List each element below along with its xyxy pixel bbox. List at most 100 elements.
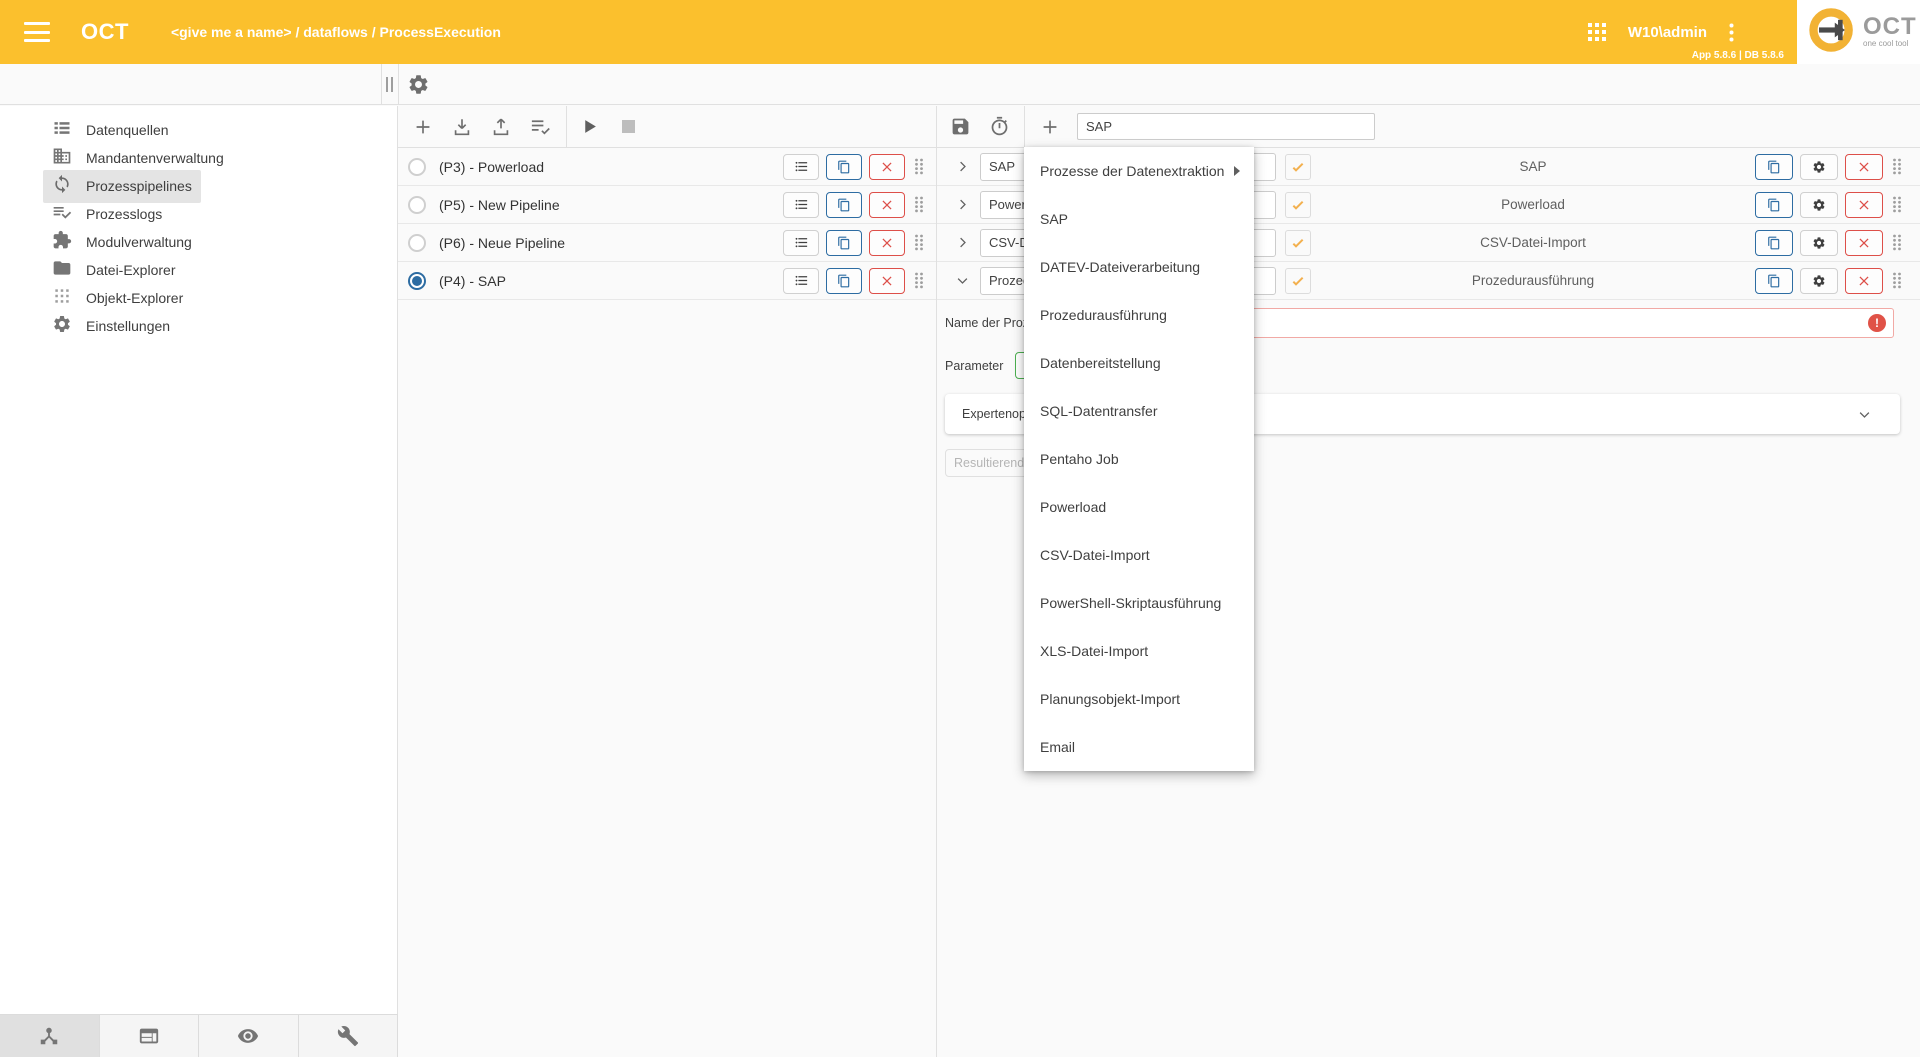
oct-logo-icon [1807, 5, 1857, 60]
menu-item-label: Planungsobjekt-Import [1040, 691, 1180, 707]
sidebar-item-mandantenverwaltung[interactable]: Mandantenverwaltung [0, 144, 397, 172]
sidebar-item-prozesslogs[interactable]: Prozesslogs [0, 200, 397, 228]
content: Datenquellen Mandantenverwaltung Prozess… [0, 106, 1920, 1057]
drag-handle-icon[interactable] [914, 234, 924, 251]
menu-item-email[interactable]: Email [1024, 723, 1254, 771]
pipeline-radio-selected[interactable] [408, 272, 426, 290]
pipeline-logs-button[interactable] [783, 192, 819, 218]
run-pipeline-play-icon[interactable] [581, 118, 598, 135]
menu-item-prozedurausfuehrung[interactable]: Prozedurausführung [1024, 291, 1254, 339]
menu-item-powershell-skriptausfuehrung[interactable]: PowerShell-Skriptausführung [1024, 579, 1254, 627]
drag-handle-icon[interactable] [1892, 158, 1902, 175]
drag-handle-icon[interactable] [914, 158, 924, 175]
chevron-down-icon[interactable] [950, 269, 974, 293]
menu-item-sql-datentransfer[interactable]: SQL-Datentransfer [1024, 387, 1254, 435]
drag-handle-icon[interactable] [914, 272, 924, 289]
pipeline-logs-button[interactable] [783, 268, 819, 294]
step-copy-button[interactable] [1755, 268, 1793, 294]
pipeline-delete-button[interactable] [869, 154, 905, 180]
pipeline-label: (P4) - SAP [439, 273, 506, 289]
step-delete-button[interactable] [1845, 192, 1883, 218]
apps-grid-icon[interactable] [1588, 23, 1606, 41]
pipeline-delete-button[interactable] [869, 192, 905, 218]
pipeline-radio[interactable] [408, 158, 426, 176]
menu-item-label: Pentaho Job [1040, 451, 1119, 467]
pipeline-copy-button[interactable] [826, 192, 862, 218]
menu-item-datenbereitstellung[interactable]: Datenbereitstellung [1024, 339, 1254, 387]
step-settings-button[interactable] [1800, 192, 1838, 218]
pipeline-logs-button[interactable] [783, 154, 819, 180]
pipeline-row[interactable]: (P5) - New Pipeline [398, 186, 936, 224]
tab-wrench-icon[interactable] [299, 1015, 399, 1057]
pipeline-delete-button[interactable] [869, 268, 905, 294]
menu-item-datev-dateiverarbeitung[interactable]: DATEV-Dateiverarbeitung [1024, 243, 1254, 291]
sidebar-item-objekt-explorer[interactable]: Objekt-Explorer [0, 284, 397, 312]
tab-hierarchy-icon[interactable] [0, 1015, 100, 1057]
menu-item-sap[interactable]: SAP [1024, 195, 1254, 243]
sidebar-item-datei-explorer[interactable]: Datei-Explorer [0, 256, 397, 284]
stop-pipeline-icon[interactable] [622, 120, 635, 133]
tab-layout-icon[interactable] [100, 1015, 200, 1057]
drag-handle-icon[interactable] [914, 196, 924, 213]
import-download-icon[interactable] [451, 116, 473, 138]
menu-item-csv-datei-import[interactable]: CSV-Datei-Import [1024, 531, 1254, 579]
chevron-right-icon[interactable] [950, 231, 974, 255]
drag-handle-icon[interactable] [1892, 196, 1902, 213]
step-enabled-checkbox[interactable] [1285, 268, 1311, 294]
step-copy-button[interactable] [1755, 154, 1793, 180]
pipeline-logs-button[interactable] [783, 230, 819, 256]
menu-item-planungsobjekt-import[interactable]: Planungsobjekt-Import [1024, 675, 1254, 723]
save-icon[interactable] [950, 116, 971, 137]
pipeline-row-selected[interactable]: (P4) - SAP [398, 262, 936, 300]
step-delete-button[interactable] [1845, 230, 1883, 256]
sidebar-item-einstellungen[interactable]: Einstellungen [0, 312, 397, 340]
step-settings-button[interactable] [1800, 268, 1838, 294]
logo: OCT one cool tool [1797, 0, 1920, 64]
menu-item-label: SQL-Datentransfer [1040, 403, 1158, 419]
pipeline-row[interactable]: (P3) - Powerload [398, 148, 936, 186]
step-enabled-checkbox[interactable] [1285, 192, 1311, 218]
sidebar-item-datenquellen[interactable]: Datenquellen [0, 116, 397, 144]
sidebar-item-prozesspipelines[interactable]: Prozesspipelines [0, 172, 397, 200]
pipeline-radio[interactable] [408, 234, 426, 252]
schedule-timer-icon[interactable] [989, 116, 1010, 137]
step-search-input[interactable] [1077, 113, 1375, 140]
pipeline-radio[interactable] [408, 196, 426, 214]
chevron-right-icon[interactable] [950, 155, 974, 179]
pipeline-copy-button[interactable] [826, 268, 862, 294]
add-pipeline-icon[interactable] [412, 116, 434, 138]
step-delete-button[interactable] [1845, 154, 1883, 180]
step-settings-button[interactable] [1800, 154, 1838, 180]
menu-item-label: XLS-Datei-Import [1040, 643, 1148, 659]
pipeline-copy-button[interactable] [826, 154, 862, 180]
drag-handle-icon[interactable] [1892, 234, 1902, 251]
sidebar: Datenquellen Mandantenverwaltung Prozess… [0, 106, 398, 1057]
pipeline-copy-button[interactable] [826, 230, 862, 256]
sidebar-item-label: Objekt-Explorer [86, 290, 183, 306]
add-step-icon[interactable] [1039, 116, 1061, 138]
menu-item-prozesse-der-datenextraktion[interactable]: Prozesse der Datenextraktion [1024, 147, 1254, 195]
chevron-right-icon[interactable] [950, 193, 974, 217]
menu-item-powerload[interactable]: Powerload [1024, 483, 1254, 531]
menu-item-xls-datei-import[interactable]: XLS-Datei-Import [1024, 627, 1254, 675]
pipeline-settings-gear-icon[interactable] [407, 73, 430, 96]
sidebar-item-modulverwaltung[interactable]: Modulverwaltung [0, 228, 397, 256]
step-copy-button[interactable] [1755, 230, 1793, 256]
hamburger-menu-icon[interactable] [24, 22, 50, 42]
step-enabled-checkbox[interactable] [1285, 154, 1311, 180]
menu-item-pentaho-job[interactable]: Pentaho Job [1024, 435, 1254, 483]
panel-resize-handle[interactable] [386, 77, 395, 92]
drag-handle-icon[interactable] [1892, 272, 1902, 289]
menu-item-label: SAP [1040, 211, 1068, 227]
export-upload-icon[interactable] [490, 116, 512, 138]
playlist-check-icon[interactable] [529, 115, 552, 138]
step-copy-button[interactable] [1755, 192, 1793, 218]
kebab-menu-icon[interactable] [1729, 23, 1734, 42]
pipeline-delete-button[interactable] [869, 230, 905, 256]
pipeline-row[interactable]: (P6) - Neue Pipeline [398, 224, 936, 262]
step-enabled-checkbox[interactable] [1285, 230, 1311, 256]
step-settings-button[interactable] [1800, 230, 1838, 256]
step-delete-button[interactable] [1845, 268, 1883, 294]
tab-eye-icon[interactable] [199, 1015, 299, 1057]
sidebar-item-label: Prozesslogs [86, 206, 162, 222]
